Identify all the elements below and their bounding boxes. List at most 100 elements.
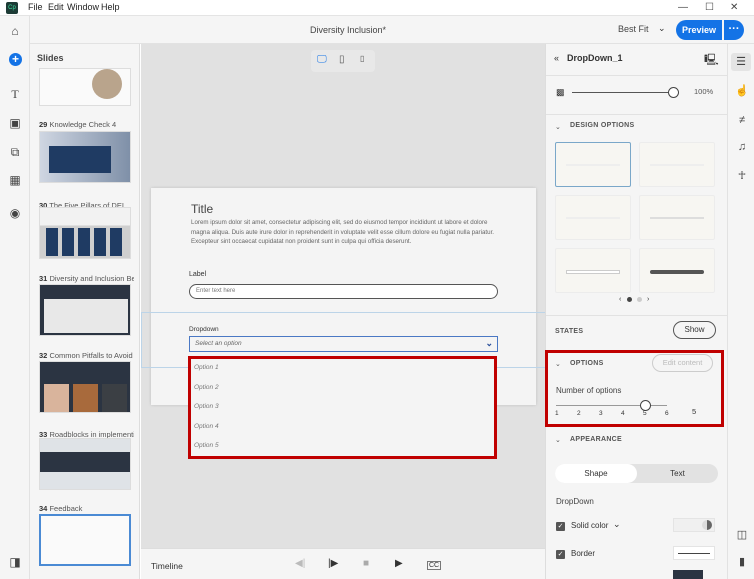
closed-captions-icon[interactable]: CC (427, 561, 442, 570)
dropdown-option[interactable]: Option 3 (194, 403, 219, 410)
panel-icon[interactable]: ◨ (7, 554, 23, 570)
desktop-icon[interactable]: 🖵 (317, 54, 327, 65)
dropdown-option[interactable]: Option 4 (194, 423, 219, 430)
menu-help[interactable]: Help (101, 2, 120, 12)
design-option-1[interactable] (555, 142, 631, 187)
dropdown-options-list: Option 1 Option 2 Option 3 Option 4 Opti… (188, 356, 497, 459)
menu-edit[interactable]: Edit (48, 2, 64, 12)
panel-toggle-icon[interactable]: ◫ (734, 528, 750, 541)
accessibility-icon[interactable]: ☥ (734, 169, 750, 182)
slide-label-29[interactable]: 29 Knowledge Check 4 (39, 120, 134, 129)
solid-color-checkbox[interactable]: ✓ (556, 522, 565, 531)
maximize-button[interactable]: ☐ (705, 2, 714, 13)
dropdown-option[interactable]: Option 5 (194, 442, 219, 449)
dropdown-label: Dropdown (189, 326, 219, 333)
slide-thumbnail-28[interactable] (39, 68, 131, 106)
widgets-icon[interactable]: ▦ (7, 172, 23, 188)
dropdown-select[interactable]: Select an option ⌄ (189, 336, 498, 352)
menu-file[interactable]: File (28, 2, 43, 12)
next-page-icon[interactable]: › (647, 296, 649, 303)
slide-label-31[interactable]: 31 Diversity and Inclusion Bes... (39, 274, 134, 283)
collapse-icon[interactable]: « (554, 53, 559, 63)
timeline-bar: Timeline ◀| |▶ ■ ▶ CC (141, 548, 545, 579)
border-style-select[interactable] (673, 546, 715, 560)
border-checkbox[interactable]: ✓ (556, 550, 565, 559)
fill-color-swatch[interactable] (673, 518, 715, 532)
slides-title: Slides (37, 53, 64, 63)
preview-slide-icon[interactable]: 🖳 (704, 51, 719, 70)
mobile-icon[interactable]: ▯ (360, 54, 364, 63)
border-color-swatch[interactable] (673, 570, 703, 579)
design-option-5[interactable] (555, 248, 631, 293)
media-icon[interactable]: ▣ (7, 115, 23, 131)
properties-icon[interactable]: ☰ (731, 53, 751, 71)
interaction-icon[interactable]: ☝ (734, 84, 750, 97)
slide-thumbnail-30[interactable] (39, 207, 131, 259)
slide-thumbnail-34[interactable] (39, 514, 131, 566)
slide-thumbnail-32[interactable] (39, 361, 131, 413)
menu-window[interactable]: Window (67, 2, 99, 12)
slide-label-32[interactable]: 32 Common Pitfalls to Avoid (39, 351, 134, 360)
design-option-2[interactable] (639, 142, 715, 187)
step-forward-icon[interactable]: |▶ (328, 558, 338, 569)
record-icon[interactable]: ◉ (7, 205, 23, 221)
tablet-icon[interactable]: ▯ (339, 54, 345, 65)
slide-label-34[interactable]: 34 Feedback (39, 504, 134, 513)
text-input[interactable]: Enter text here (189, 284, 498, 299)
slides-panel: Slides 29 Knowledge Check 4 30 The Five … (30, 44, 140, 579)
animation-icon[interactable]: ≠ (734, 114, 750, 126)
opacity-icon: ▩ (556, 87, 565, 97)
chevron-down-icon[interactable]: ⌄ (485, 338, 493, 349)
page-dot-active[interactable] (627, 297, 632, 302)
home-icon[interactable]: ⌂ (7, 23, 23, 39)
header-bar: Diversity Inclusion* Best Fit ⌄ Preview … (30, 16, 754, 44)
appearance-heading[interactable]: APPEARANCE (570, 436, 622, 443)
opacity-slider-track[interactable] (572, 92, 672, 93)
options-highlight (545, 350, 724, 427)
play-icon[interactable]: ▶ (395, 558, 403, 569)
stop-icon[interactable]: ■ (363, 558, 369, 569)
color-picker-icon[interactable] (702, 520, 712, 530)
design-option-4[interactable] (639, 195, 715, 240)
tab-text[interactable]: Text (637, 464, 718, 483)
shape-text-tabs: Shape Text (555, 464, 718, 483)
opacity-slider-handle[interactable] (668, 87, 679, 98)
solid-color-label: Solid color (571, 521, 609, 530)
page-dot[interactable] (637, 297, 642, 302)
opacity-value[interactable]: 100% (694, 87, 713, 96)
chevron-down-icon[interactable]: ⌄ (555, 436, 561, 444)
timeline-label[interactable]: Timeline (151, 561, 183, 571)
chevron-down-icon[interactable]: ⌄ (613, 519, 621, 530)
design-options-heading[interactable]: DESIGN OPTIONS (570, 122, 635, 129)
chevron-down-icon[interactable]: ⌄ (555, 123, 561, 131)
add-icon[interactable]: + (9, 53, 22, 66)
slide-thumbnail-29[interactable] (39, 131, 131, 183)
text-icon[interactable]: T (7, 86, 23, 102)
divider (546, 315, 728, 316)
show-states-button[interactable]: Show (673, 321, 716, 339)
interactions-icon[interactable]: ⧉ (7, 144, 23, 160)
document-icon[interactable]: ▮ (734, 555, 750, 568)
dropdown-option[interactable]: Option 2 (194, 384, 219, 391)
close-button[interactable]: ✕ (730, 2, 738, 13)
dropdown-option[interactable]: Option 1 (194, 364, 219, 371)
right-toolbar: ☰ ☝ ≠ ♫ ☥ ◫ ▮ (727, 44, 754, 579)
chevron-down-icon[interactable]: ⌄ (658, 23, 666, 34)
menu-bar: Cp File Edit Window Help — ☐ ✕ (0, 0, 754, 16)
tab-shape[interactable]: Shape (555, 464, 637, 483)
slide-thumbnail-33[interactable] (39, 438, 131, 490)
zoom-select[interactable]: Best Fit (618, 24, 649, 34)
preview-button[interactable]: Preview (676, 20, 722, 40)
audio-icon[interactable]: ♫ (734, 141, 750, 153)
text-input-label: Label (189, 271, 207, 278)
slide-thumbnail-31[interactable] (39, 284, 131, 336)
slide-body-text[interactable]: Lorem ipsum dolor sit amet, consectetur … (191, 218, 501, 247)
design-option-6[interactable] (639, 248, 715, 293)
divider (546, 114, 728, 115)
step-back-icon[interactable]: ◀| (295, 558, 305, 569)
slide-title[interactable]: Title (191, 202, 213, 216)
minimize-button[interactable]: — (678, 2, 688, 13)
more-button[interactable]: ··· (724, 20, 744, 40)
design-option-3[interactable] (555, 195, 631, 240)
prev-page-icon[interactable]: ‹ (619, 296, 621, 303)
